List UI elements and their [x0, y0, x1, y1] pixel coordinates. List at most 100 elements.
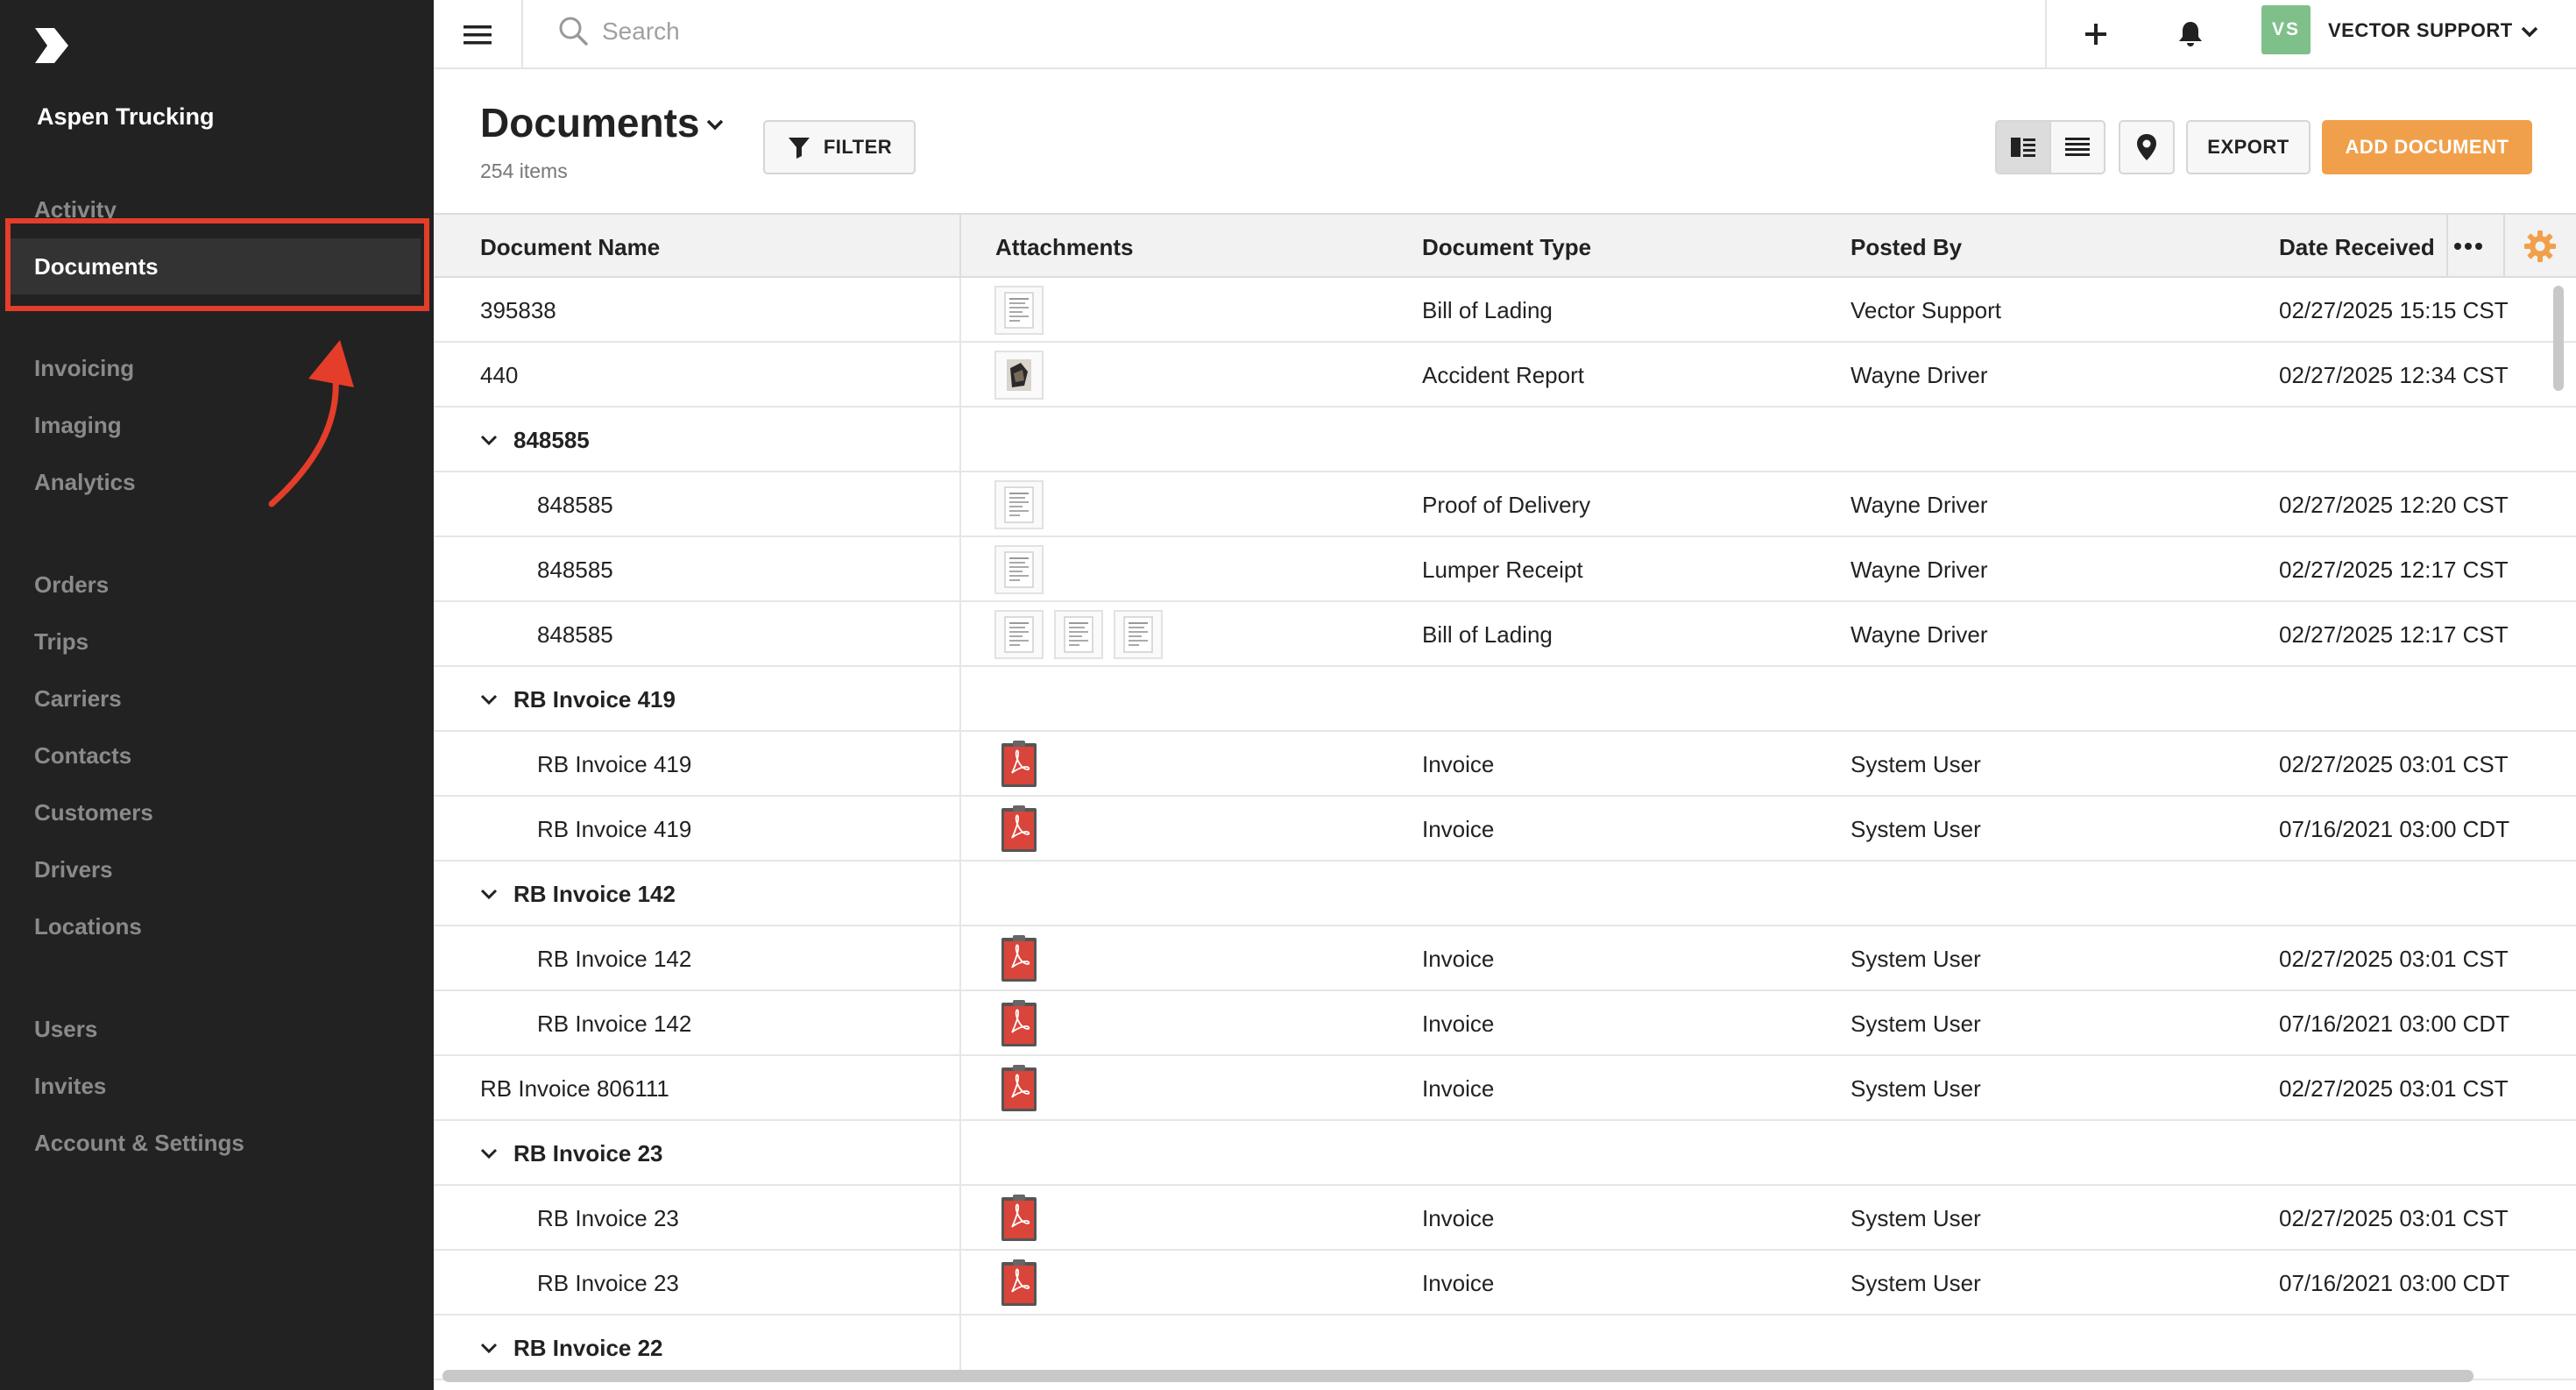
column-divider [959, 1251, 961, 1316]
sidebar-item-account-settings[interactable]: Account & Settings [0, 1115, 434, 1171]
posted-by-cell: System User [1851, 1205, 1981, 1231]
avatar[interactable]: VS [2261, 5, 2311, 54]
pdf-thumbnail[interactable] [994, 740, 1044, 789]
group-row[interactable]: RB Invoice 419 [434, 667, 2576, 732]
pdf-thumbnail[interactable] [994, 934, 1044, 983]
attachments-cell [994, 351, 1044, 400]
document-name-cell: RB Invoice 419 [537, 751, 692, 777]
pdf-thumbnail[interactable] [994, 999, 1044, 1048]
page-title[interactable]: Documents [480, 99, 699, 146]
column-divider [959, 602, 961, 667]
chevron-down-icon[interactable] [478, 1337, 500, 1359]
logo-icon[interactable] [32, 25, 74, 67]
add-document-button[interactable]: ADD DOCUMENT [2322, 120, 2532, 174]
chevron-down-icon[interactable] [478, 688, 500, 711]
sidebar-item-orders[interactable]: Orders [0, 557, 434, 613]
group-name: 848585 [513, 427, 590, 453]
document-icon [1004, 292, 1034, 329]
pdf-thumbnail[interactable] [994, 1064, 1044, 1113]
column-header-posted-by[interactable]: Posted By [1851, 234, 1962, 261]
date-received-cell: 07/16/2021 03:00 CDT [2279, 1270, 2510, 1296]
pdf-icon [1001, 1000, 1037, 1046]
list-icon [2065, 138, 2090, 156]
table-row[interactable]: RB Invoice 419 Invoice System User 07/16/20… [434, 797, 2576, 862]
pdf-thumbnail[interactable] [994, 1259, 1044, 1308]
document-icon [1064, 616, 1093, 653]
table-row[interactable]: 395838 Bill of Lading Vector Support 02/27/… [434, 278, 2576, 343]
sidebar-item-drivers[interactable]: Drivers [0, 841, 434, 897]
document-name-cell: RB Invoice 23 [537, 1270, 679, 1296]
document-type-cell: Lumper Receipt [1422, 557, 1583, 583]
document-name-cell: RB Invoice 142 [537, 1011, 692, 1037]
split-view-button[interactable] [1995, 120, 2051, 174]
column-header-document-name[interactable]: Document Name [480, 234, 660, 261]
list-view-button[interactable] [2049, 120, 2105, 174]
column-divider [959, 472, 961, 537]
document-icon [1004, 486, 1034, 523]
chevron-down-icon[interactable] [478, 883, 500, 905]
user-menu[interactable]: VECTOR SUPPORT [2328, 19, 2513, 42]
document-thumbnail[interactable] [994, 480, 1044, 529]
table-row[interactable]: 440 Accident Report Wayne Driver 02/27/2025… [434, 343, 2576, 408]
chevron-down-icon[interactable] [478, 429, 500, 451]
menu-button[interactable] [434, 0, 523, 69]
document-type-cell: Invoice [1422, 1075, 1495, 1102]
sidebar-item-customers[interactable]: Customers [0, 784, 434, 840]
chevron-down-icon[interactable] [2517, 19, 2542, 44]
table-row[interactable]: RB Invoice 806111 Invoice System User 02/27… [434, 1056, 2576, 1121]
sidebar-item-trips[interactable]: Trips [0, 613, 434, 670]
sidebar-item-invites[interactable]: Invites [0, 1058, 434, 1114]
column-divider [2503, 215, 2505, 278]
column-header-document-type[interactable]: Document Type [1422, 234, 1591, 261]
table-row[interactable]: RB Invoice 142 Invoice System User 07/16/20… [434, 991, 2576, 1056]
column-header-attachments[interactable]: Attachments [995, 234, 1133, 261]
notifications-button[interactable] [2169, 12, 2212, 56]
group-row[interactable]: RB Invoice 142 [434, 862, 2576, 926]
table-row[interactable]: RB Invoice 142 Invoice System User 02/27/20… [434, 926, 2576, 991]
annotation-arrow-icon [268, 340, 354, 507]
document-type-cell: Bill of Lading [1422, 621, 1553, 648]
pdf-icon [1001, 1195, 1037, 1241]
posted-by-cell: Wayne Driver [1851, 362, 1988, 388]
horizontal-scrollbar[interactable] [442, 1370, 2473, 1382]
table-row[interactable]: RB Invoice 419 Invoice System User 02/27/20… [434, 732, 2576, 797]
vertical-scrollbar[interactable] [2553, 286, 2564, 391]
pdf-thumbnail[interactable] [994, 805, 1044, 854]
document-thumbnail[interactable] [1114, 610, 1163, 659]
group-row[interactable]: RB Invoice 23 [434, 1121, 2576, 1186]
chevron-down-icon[interactable] [478, 1142, 500, 1165]
document-thumbnail[interactable] [1054, 610, 1103, 659]
export-button[interactable]: EXPORT [2186, 120, 2311, 174]
gear-icon[interactable] [2523, 229, 2558, 264]
chevron-down-icon[interactable] [703, 112, 727, 137]
table-row[interactable]: 848585 Lumper Receipt Wayne Driver 02/27/20… [434, 537, 2576, 602]
table-row[interactable]: RB Invoice 23 Invoice System User 07/16/202… [434, 1251, 2576, 1316]
document-name-cell: RB Invoice 142 [537, 946, 692, 972]
photo-thumbnail[interactable] [994, 351, 1044, 400]
pdf-icon [1001, 805, 1037, 852]
document-thumbnail[interactable] [994, 545, 1044, 594]
add-button[interactable] [2074, 12, 2118, 56]
document-name-cell: 848585 [537, 492, 613, 518]
more-options-icon[interactable] [2451, 230, 2486, 262]
table-row[interactable]: 848585 Proof of Delivery Wayne Driver 02/27… [434, 472, 2576, 537]
map-view-button[interactable] [2119, 120, 2175, 174]
sidebar-item-users[interactable]: Users [0, 1001, 434, 1057]
attachments-cell [994, 934, 1044, 983]
document-thumbnail[interactable] [994, 610, 1044, 659]
photo-icon [1007, 359, 1031, 391]
sidebar-item-carriers[interactable]: Carriers [0, 670, 434, 727]
document-type-cell: Invoice [1422, 946, 1495, 972]
attachments-cell [994, 740, 1044, 789]
column-header-date-received[interactable]: Date Received [2279, 234, 2435, 261]
document-thumbnail[interactable] [994, 286, 1044, 335]
attachments-cell [994, 1194, 1044, 1243]
sidebar-item-locations[interactable]: Locations [0, 898, 434, 954]
table-row[interactable]: 848585 Bill of Lading Wayne Driver 02/27/20… [434, 602, 2576, 667]
sidebar-item-contacts[interactable]: Contacts [0, 727, 434, 784]
filter-button[interactable]: FILTER [763, 120, 916, 174]
table-row[interactable]: RB Invoice 23 Invoice System User 02/27/202… [434, 1186, 2576, 1251]
pdf-thumbnail[interactable] [994, 1194, 1044, 1243]
group-row[interactable]: 848585 [434, 408, 2576, 472]
search-input[interactable] [602, 12, 1829, 51]
